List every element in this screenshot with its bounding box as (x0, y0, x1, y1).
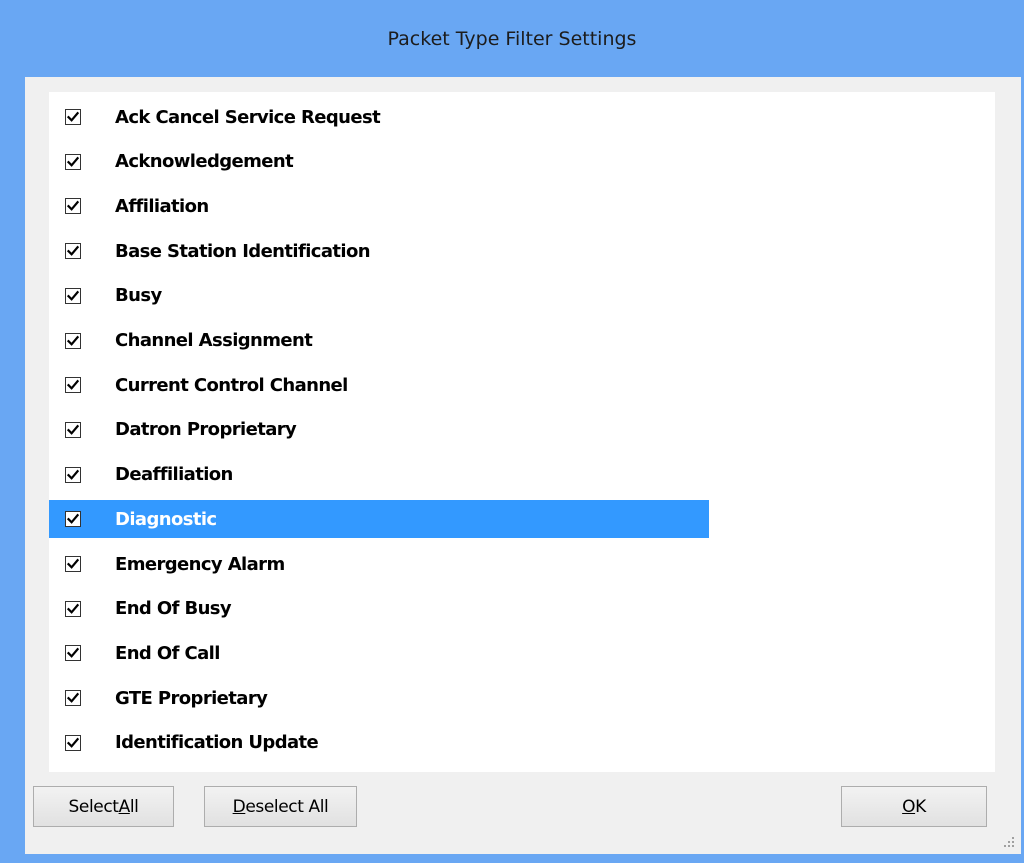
list-item-label: Datron Proprietary (115, 419, 297, 441)
checkbox[interactable] (65, 421, 81, 438)
checkbox[interactable] (65, 332, 81, 349)
select-all-mnemonic: A (118, 796, 131, 817)
checkbox[interactable] (65, 600, 81, 617)
checkbox[interactable] (65, 511, 81, 528)
list-item-label: Affiliation (115, 195, 209, 217)
deselect-all-mnemonic: D (232, 796, 246, 817)
checkbox[interactable] (65, 556, 81, 572)
list-item-label: Base Station Identification (115, 240, 371, 262)
list-item[interactable]: Channel Assignment (49, 322, 313, 360)
window-title: Packet Type Filter Settings (387, 28, 637, 50)
checkmark-icon (67, 335, 79, 346)
list-item[interactable]: Base Station Identification (49, 232, 371, 270)
list-item[interactable]: Datron Proprietary (49, 411, 297, 449)
list-item-label: End Of Call (115, 642, 220, 664)
select-all-label-post: ll (129, 796, 139, 817)
ok-label-post: K (915, 796, 926, 817)
deselect-all-label-post: eselect All (245, 796, 329, 817)
checkbox[interactable] (65, 645, 81, 662)
list-item-label: Emergency Alarm (115, 553, 285, 575)
list-item-label: Identification Update (115, 732, 319, 754)
checkbox[interactable] (65, 243, 81, 260)
checkmark-icon (67, 379, 79, 391)
list-item[interactable]: Diagnostic (49, 500, 709, 539)
checkmark-icon (67, 648, 79, 659)
list-item[interactable]: GTE Proprietary (49, 679, 268, 717)
select-all-label-pre: Select (68, 796, 119, 817)
list-item-label: GTE Proprietary (115, 687, 268, 709)
checkbox[interactable] (65, 153, 81, 170)
list-item[interactable]: Busy (49, 277, 162, 315)
list-item[interactable]: Current Control Channel (49, 366, 348, 404)
resize-grip-icon[interactable] (1003, 836, 1015, 848)
checkmark-icon (67, 290, 79, 301)
select-all-button[interactable]: Select All (33, 786, 174, 827)
list-item-label: Ack Cancel Service Request (115, 106, 381, 128)
checkmark-icon (67, 111, 79, 122)
list-item-label: Channel Assignment (115, 330, 313, 351)
list-item-label: Acknowledgement (115, 151, 294, 173)
title-bar[interactable]: Packet Type Filter Settings (0, 0, 1024, 78)
dialog-client-area: Ack Cancel Service Request Acknowledgemen… (25, 77, 1021, 854)
list-item[interactable]: Emergency Alarm (49, 545, 285, 583)
list-item[interactable]: Identification Update (49, 724, 319, 762)
checkbox[interactable] (65, 377, 81, 394)
list-item-label: Busy (115, 285, 162, 307)
list-item[interactable]: End Of Call (49, 634, 220, 672)
checkmark-icon (67, 513, 79, 525)
list-item[interactable]: Acknowledgement (49, 143, 294, 181)
list-item-label: Deaffiliation (115, 464, 233, 486)
checkbox[interactable] (65, 466, 81, 483)
list-item-label: Diagnostic (115, 508, 217, 530)
dialog-window: Packet Type Filter Settings Ack Cancel S… (0, 0, 1024, 863)
checkmark-icon (67, 558, 79, 569)
checkbox[interactable] (65, 198, 81, 215)
checkmark-icon (67, 424, 79, 435)
list-item[interactable]: IFR Systems Proprietary (49, 769, 348, 773)
list-item[interactable]: End Of Busy (49, 590, 232, 628)
list-item-label: Current Control Channel (115, 374, 348, 396)
checkbox[interactable] (65, 690, 81, 707)
checkmark-icon (67, 692, 79, 704)
deselect-all-button[interactable]: Deselect All (204, 786, 357, 827)
list-item[interactable]: Ack Cancel Service Request (49, 98, 381, 136)
checkmark-icon (67, 737, 79, 748)
packet-type-checklist[interactable]: Ack Cancel Service Request Acknowledgemen… (49, 92, 995, 772)
list-item-label: End Of Busy (115, 598, 232, 620)
ok-mnemonic: O (902, 796, 916, 817)
checkmark-icon (67, 245, 79, 257)
checkmark-icon (67, 603, 79, 614)
checkmark-icon (67, 469, 79, 480)
checkbox[interactable] (65, 287, 81, 304)
list-item[interactable]: Affiliation (49, 187, 209, 225)
checkbox[interactable] (65, 734, 81, 751)
checkmark-icon (67, 201, 79, 212)
list-item[interactable]: Deaffiliation (49, 456, 233, 494)
ok-button[interactable]: OK (841, 786, 987, 827)
checkmark-icon (67, 156, 79, 167)
checkbox[interactable] (65, 109, 81, 125)
